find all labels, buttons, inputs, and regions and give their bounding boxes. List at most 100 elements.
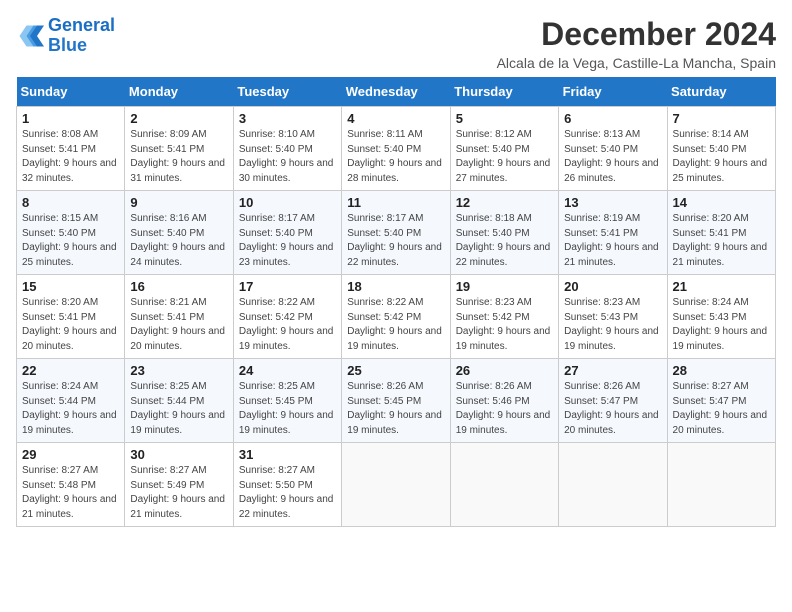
calendar-week-row: 15 Sunrise: 8:20 AMSunset: 5:41 PMDayligh… xyxy=(17,275,776,359)
day-number: 19 xyxy=(456,279,553,294)
calendar-cell: 22Sunrise: 8:24 AMSunset: 5:44 PMDayligh… xyxy=(17,359,125,443)
column-header-thursday: Thursday xyxy=(450,77,558,107)
calendar-cell xyxy=(450,443,558,527)
calendar-cell: 25 Sunrise: 8:26 AMSunset: 5:45 PMDayligh… xyxy=(342,359,450,443)
calendar-cell: 4 Sunrise: 8:11 AMSunset: 5:40 PMDaylight… xyxy=(342,107,450,191)
column-header-monday: Monday xyxy=(125,77,233,107)
day-info: Sunrise: 8:21 AMSunset: 5:41 PMDaylight:… xyxy=(130,296,227,354)
day-info: Sunrise: 8:27 AMSunset: 5:48 PMDaylight:… xyxy=(22,464,119,522)
day-info: Sunrise: 8:19 AMSunset: 5:41 PMDaylight:… xyxy=(564,212,661,270)
calendar-cell: 11 Sunrise: 8:17 AMSunset: 5:40 PMDayligh… xyxy=(342,191,450,275)
day-number: 4 xyxy=(347,111,444,126)
calendar-cell: 7 Sunrise: 8:14 AMSunset: 5:40 PMDaylight… xyxy=(667,107,775,191)
day-number: 27 xyxy=(564,363,661,378)
day-info: Sunrise: 8:10 AMSunset: 5:40 PMDaylight:… xyxy=(239,128,336,186)
title-block: December 2024 Alcala de la Vega, Castill… xyxy=(497,16,776,71)
day-number: 21 xyxy=(673,279,770,294)
calendar-cell: 10Sunrise: 8:17 AMSunset: 5:40 PMDayligh… xyxy=(233,191,341,275)
day-info: Sunrise: 8:22 AMSunset: 5:42 PMDaylight:… xyxy=(347,296,444,354)
day-info: Sunrise: 8:25 AMSunset: 5:44 PMDaylight:… xyxy=(130,380,227,438)
calendar-header-row: SundayMondayTuesdayWednesdayThursdayFrid… xyxy=(17,77,776,107)
calendar-cell: 2 Sunrise: 8:09 AMSunset: 5:41 PMDaylight… xyxy=(125,107,233,191)
calendar-cell: 28Sunrise: 8:27 AMSunset: 5:47 PMDayligh… xyxy=(667,359,775,443)
day-number: 18 xyxy=(347,279,444,294)
calendar-cell: 14Sunrise: 8:20 AMSunset: 5:41 PMDayligh… xyxy=(667,191,775,275)
calendar-cell: 12Sunrise: 8:18 AMSunset: 5:40 PMDayligh… xyxy=(450,191,558,275)
day-number: 17 xyxy=(239,279,336,294)
day-info: Sunrise: 8:11 AMSunset: 5:40 PMDaylight:… xyxy=(347,128,444,186)
calendar-cell: 16Sunrise: 8:21 AMSunset: 5:41 PMDayligh… xyxy=(125,275,233,359)
calendar-cell: 31 Sunrise: 8:27 AMSunset: 5:50 PMDayligh… xyxy=(233,443,341,527)
day-info: Sunrise: 8:24 AMSunset: 5:43 PMDaylight:… xyxy=(673,296,770,354)
day-number: 6 xyxy=(564,111,661,126)
column-header-wednesday: Wednesday xyxy=(342,77,450,107)
calendar-cell: 6 Sunrise: 8:13 AMSunset: 5:40 PMDaylight… xyxy=(559,107,667,191)
day-info: Sunrise: 8:14 AMSunset: 5:40 PMDaylight:… xyxy=(673,128,770,186)
calendar-cell xyxy=(342,443,450,527)
day-number: 5 xyxy=(456,111,553,126)
calendar-cell: 5 Sunrise: 8:12 AMSunset: 5:40 PMDaylight… xyxy=(450,107,558,191)
day-info: Sunrise: 8:08 AMSunset: 5:41 PMDaylight:… xyxy=(22,128,119,186)
column-header-sunday: Sunday xyxy=(17,77,125,107)
calendar-week-row: 22Sunrise: 8:24 AMSunset: 5:44 PMDayligh… xyxy=(17,359,776,443)
day-number: 12 xyxy=(456,195,553,210)
calendar-cell: 9 Sunrise: 8:16 AMSunset: 5:40 PMDaylight… xyxy=(125,191,233,275)
day-number: 29 xyxy=(22,447,119,462)
column-header-friday: Friday xyxy=(559,77,667,107)
calendar-cell: 8 Sunrise: 8:15 AMSunset: 5:40 PMDaylight… xyxy=(17,191,125,275)
calendar-cell: 1 Sunrise: 8:08 AMSunset: 5:41 PMDaylight… xyxy=(17,107,125,191)
day-info: Sunrise: 8:25 AMSunset: 5:45 PMDaylight:… xyxy=(239,380,336,438)
day-info: Sunrise: 8:20 AMSunset: 5:41 PMDaylight:… xyxy=(22,296,119,354)
calendar-cell: 18 Sunrise: 8:22 AMSunset: 5:42 PMDayligh… xyxy=(342,275,450,359)
day-number: 3 xyxy=(239,111,336,126)
calendar-cell: 3 Sunrise: 8:10 AMSunset: 5:40 PMDaylight… xyxy=(233,107,341,191)
day-number: 10 xyxy=(239,195,336,210)
calendar-cell: 20 Sunrise: 8:23 AMSunset: 5:43 PMDayligh… xyxy=(559,275,667,359)
logo-icon xyxy=(16,22,44,50)
day-number: 31 xyxy=(239,447,336,462)
day-info: Sunrise: 8:23 AMSunset: 5:43 PMDaylight:… xyxy=(564,296,661,354)
logo: General Blue xyxy=(16,16,115,56)
logo-text: General Blue xyxy=(48,16,115,56)
day-number: 26 xyxy=(456,363,553,378)
day-info: Sunrise: 8:15 AMSunset: 5:40 PMDaylight:… xyxy=(22,212,119,270)
day-info: Sunrise: 8:27 AMSunset: 5:49 PMDaylight:… xyxy=(130,464,227,522)
calendar-week-row: 1 Sunrise: 8:08 AMSunset: 5:41 PMDaylight… xyxy=(17,107,776,191)
calendar-body: 1 Sunrise: 8:08 AMSunset: 5:41 PMDaylight… xyxy=(17,107,776,527)
calendar-week-row: 29 Sunrise: 8:27 AMSunset: 5:48 PMDayligh… xyxy=(17,443,776,527)
day-number: 30 xyxy=(130,447,227,462)
calendar-cell: 13Sunrise: 8:19 AMSunset: 5:41 PMDayligh… xyxy=(559,191,667,275)
day-number: 7 xyxy=(673,111,770,126)
calendar-cell: 21 Sunrise: 8:24 AMSunset: 5:43 PMDayligh… xyxy=(667,275,775,359)
calendar-table: SundayMondayTuesdayWednesdayThursdayFrid… xyxy=(16,77,776,527)
location-subtitle: Alcala de la Vega, Castille-La Mancha, S… xyxy=(497,55,776,71)
day-info: Sunrise: 8:17 AMSunset: 5:40 PMDaylight:… xyxy=(347,212,444,270)
day-number: 25 xyxy=(347,363,444,378)
day-info: Sunrise: 8:26 AMSunset: 5:46 PMDaylight:… xyxy=(456,380,553,438)
day-number: 1 xyxy=(22,111,119,126)
day-info: Sunrise: 8:12 AMSunset: 5:40 PMDaylight:… xyxy=(456,128,553,186)
day-info: Sunrise: 8:27 AMSunset: 5:50 PMDaylight:… xyxy=(239,464,336,522)
calendar-cell xyxy=(667,443,775,527)
day-info: Sunrise: 8:27 AMSunset: 5:47 PMDaylight:… xyxy=(673,380,770,438)
day-number: 11 xyxy=(347,195,444,210)
calendar-cell xyxy=(559,443,667,527)
day-number: 9 xyxy=(130,195,227,210)
day-number: 8 xyxy=(22,195,119,210)
day-info: Sunrise: 8:13 AMSunset: 5:40 PMDaylight:… xyxy=(564,128,661,186)
calendar-cell: 17Sunrise: 8:22 AMSunset: 5:42 PMDayligh… xyxy=(233,275,341,359)
day-info: Sunrise: 8:23 AMSunset: 5:42 PMDaylight:… xyxy=(456,296,553,354)
calendar-cell: 26 Sunrise: 8:26 AMSunset: 5:46 PMDayligh… xyxy=(450,359,558,443)
month-title: December 2024 xyxy=(497,16,776,53)
day-number: 20 xyxy=(564,279,661,294)
calendar-week-row: 8 Sunrise: 8:15 AMSunset: 5:40 PMDaylight… xyxy=(17,191,776,275)
day-info: Sunrise: 8:26 AMSunset: 5:45 PMDaylight:… xyxy=(347,380,444,438)
day-info: Sunrise: 8:09 AMSunset: 5:41 PMDaylight:… xyxy=(130,128,227,186)
day-number: 22 xyxy=(22,363,119,378)
day-number: 2 xyxy=(130,111,227,126)
day-number: 15 xyxy=(22,279,119,294)
calendar-cell: 29 Sunrise: 8:27 AMSunset: 5:48 PMDayligh… xyxy=(17,443,125,527)
page-header: General Blue December 2024 Alcala de la … xyxy=(16,16,776,71)
calendar-cell: 30 Sunrise: 8:27 AMSunset: 5:49 PMDayligh… xyxy=(125,443,233,527)
day-info: Sunrise: 8:16 AMSunset: 5:40 PMDaylight:… xyxy=(130,212,227,270)
